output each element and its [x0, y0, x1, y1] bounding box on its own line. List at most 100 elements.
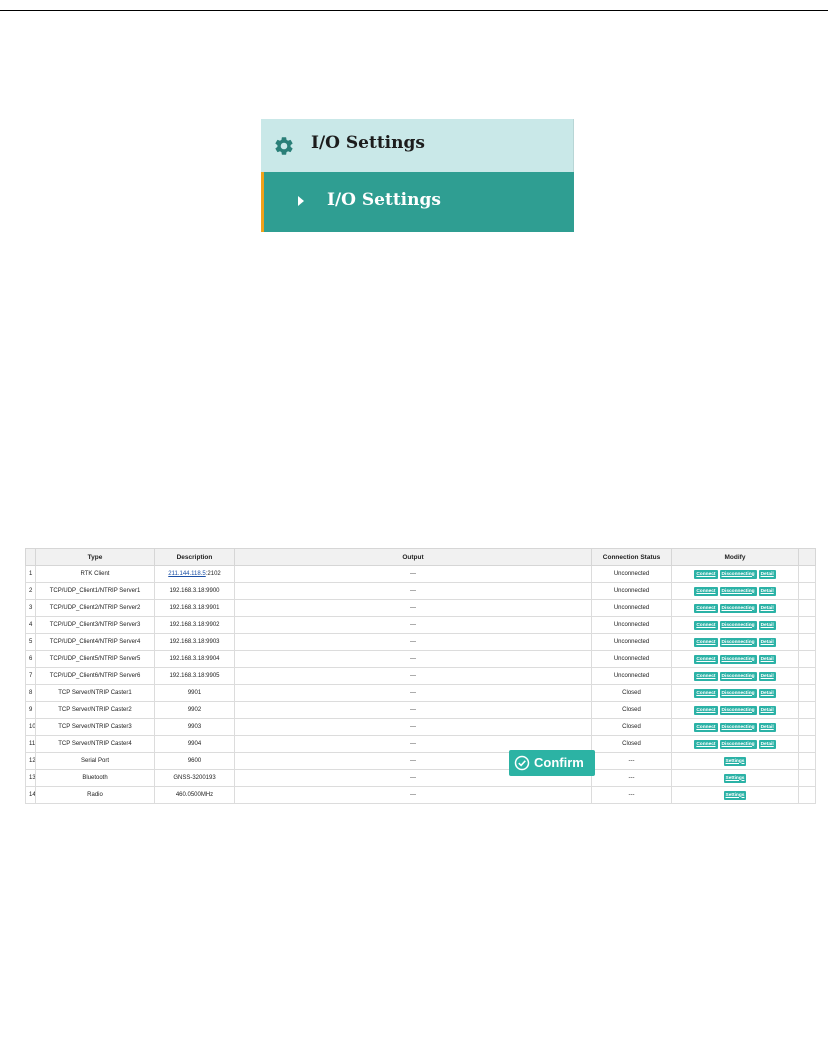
connect-button[interactable]: Connect: [694, 722, 718, 732]
row-description: GNSS-3200193: [154, 769, 235, 787]
description-text: 460.0500MHz: [175, 792, 214, 798]
connect-button[interactable]: Connect: [694, 569, 718, 579]
disconnecting-button[interactable]: Disconnecting: [719, 654, 757, 664]
detail-button[interactable]: Detail: [758, 569, 776, 579]
row-output: ---: [234, 718, 592, 736]
row-type: Bluetooth: [35, 769, 155, 787]
disconnecting-button[interactable]: Disconnecting: [719, 603, 757, 613]
description-link[interactable]: 211.144.118.5: [168, 571, 205, 577]
settings-button[interactable]: Settings: [723, 756, 747, 766]
io-table-container: Type Description Output Connection Statu…: [25, 548, 816, 806]
disconnecting-button[interactable]: Disconnecting: [719, 705, 757, 715]
table-row: 13 Bluetooth GNSS-3200193 --- --- Settings: [25, 769, 816, 787]
row-blank: [798, 633, 816, 651]
description-text: 192.168.3.18:9901: [169, 605, 220, 611]
detail-button[interactable]: Detail: [758, 722, 776, 732]
row-type: TCP/UDP_Client2/NTRIP Server2: [35, 599, 155, 617]
row-connection-status: Closed: [591, 684, 672, 702]
io-settings-menu: I/O Settings I/O Settings: [261, 119, 574, 232]
connect-button[interactable]: Connect: [694, 688, 718, 698]
row-connection-status: Unconnected: [591, 633, 672, 651]
detail-button[interactable]: Detail: [758, 654, 776, 664]
connect-button[interactable]: Connect: [694, 654, 718, 664]
table-row: 10 TCP Server/NTRIP Caster3 9903 --- Closed C…: [25, 718, 816, 736]
row-index: 1: [25, 565, 36, 583]
connect-button[interactable]: Connect: [694, 637, 718, 647]
row-description: 192.168.3.18:9905: [154, 667, 235, 685]
disconnecting-button[interactable]: Disconnecting: [719, 688, 757, 698]
disconnecting-button[interactable]: Disconnecting: [719, 586, 757, 596]
check-circle-icon: [514, 755, 530, 771]
row-blank: [798, 701, 816, 719]
detail-button[interactable]: Detail: [758, 688, 776, 698]
row-output: ---: [234, 684, 592, 702]
table-row: 11 TCP Server/NTRIP Caster4 9904 --- Closed C…: [25, 735, 816, 753]
description-text: GNSS-3200193: [173, 775, 216, 781]
row-type: TCP Server/NTRIP Caster1: [35, 684, 155, 702]
table-row: 1 RTK Client 211.144.118.5:2102 --- Unconnec…: [25, 565, 816, 583]
row-description: 192.168.3.18:9903: [154, 633, 235, 651]
active-indicator: [261, 172, 264, 232]
row-output: ---: [234, 701, 592, 719]
detail-button[interactable]: Detail: [758, 637, 776, 647]
settings-button[interactable]: Settings: [723, 790, 747, 800]
description-text: :2102: [205, 571, 221, 577]
row-description: 192.168.3.18:9900: [154, 582, 235, 600]
detail-button[interactable]: Detail: [758, 620, 776, 630]
menu-header[interactable]: I/O Settings: [261, 119, 574, 172]
disconnecting-button[interactable]: Disconnecting: [719, 671, 757, 681]
row-description: 9902: [154, 701, 235, 719]
settings-button[interactable]: Settings: [723, 773, 747, 783]
disconnecting-button[interactable]: Disconnecting: [719, 739, 757, 749]
detail-button[interactable]: Detail: [758, 739, 776, 749]
connect-button[interactable]: Connect: [694, 620, 718, 630]
description-text: 9600: [187, 758, 202, 764]
detail-button[interactable]: Detail: [758, 705, 776, 715]
detail-button[interactable]: Detail: [758, 603, 776, 613]
confirm-button[interactable]: Confirm: [509, 750, 595, 776]
row-type: TCP/UDP_Client5/NTRIP Server5: [35, 650, 155, 668]
row-modify: Connect Disconnecting Detail: [671, 684, 799, 702]
caret-right-icon: [298, 196, 304, 206]
row-type: TCP Server/NTRIP Caster3: [35, 718, 155, 736]
table-row: 4 TCP/UDP_Client3/NTRIP Server3 192.168.3.…: [25, 616, 816, 634]
row-modify: Settings: [671, 786, 799, 804]
row-modify: Settings: [671, 769, 799, 787]
row-blank: [798, 565, 816, 583]
disconnecting-button[interactable]: Disconnecting: [719, 569, 757, 579]
header-output: Output: [234, 548, 592, 566]
row-connection-status: ---: [591, 786, 672, 804]
row-type: TCP/UDP_Client6/NTRIP Server6: [35, 667, 155, 685]
connect-button[interactable]: Connect: [694, 586, 718, 596]
table-row: 14 Radio 460.0500MHz --- --- Settings: [25, 786, 816, 804]
header-description: Description: [154, 548, 235, 566]
table-header-row: Type Description Output Connection Statu…: [25, 548, 816, 566]
description-text: 192.168.3.18:9900: [169, 588, 220, 594]
menu-item-io-settings[interactable]: I/O Settings: [261, 172, 574, 232]
row-index: 3: [25, 599, 36, 617]
description-text: 9903: [187, 724, 202, 730]
detail-button[interactable]: Detail: [758, 671, 776, 681]
connect-button[interactable]: Connect: [694, 603, 718, 613]
connect-button[interactable]: Connect: [694, 671, 718, 681]
table-row: 8 TCP Server/NTRIP Caster1 9901 --- Closed Co…: [25, 684, 816, 702]
description-text: 192.168.3.18:9902: [169, 622, 220, 628]
table-row: 6 TCP/UDP_Client5/NTRIP Server5 192.168.3.…: [25, 650, 816, 668]
row-blank: [798, 599, 816, 617]
disconnecting-button[interactable]: Disconnecting: [719, 620, 757, 630]
connect-button[interactable]: Connect: [694, 739, 718, 749]
disconnecting-button[interactable]: Disconnecting: [719, 637, 757, 647]
detail-button[interactable]: Detail: [758, 586, 776, 596]
row-type: Serial Port: [35, 752, 155, 770]
row-description: 192.168.3.18:9902: [154, 616, 235, 634]
row-connection-status: Unconnected: [591, 616, 672, 634]
row-connection-status: Unconnected: [591, 667, 672, 685]
menu-header-title: I/O Settings: [311, 133, 425, 153]
header-type: Type: [35, 548, 155, 566]
connect-button[interactable]: Connect: [694, 705, 718, 715]
disconnecting-button[interactable]: Disconnecting: [719, 722, 757, 732]
row-index: 6: [25, 650, 36, 668]
row-output: ---: [234, 650, 592, 668]
row-connection-status: Unconnected: [591, 565, 672, 583]
row-index: 10: [25, 718, 36, 736]
